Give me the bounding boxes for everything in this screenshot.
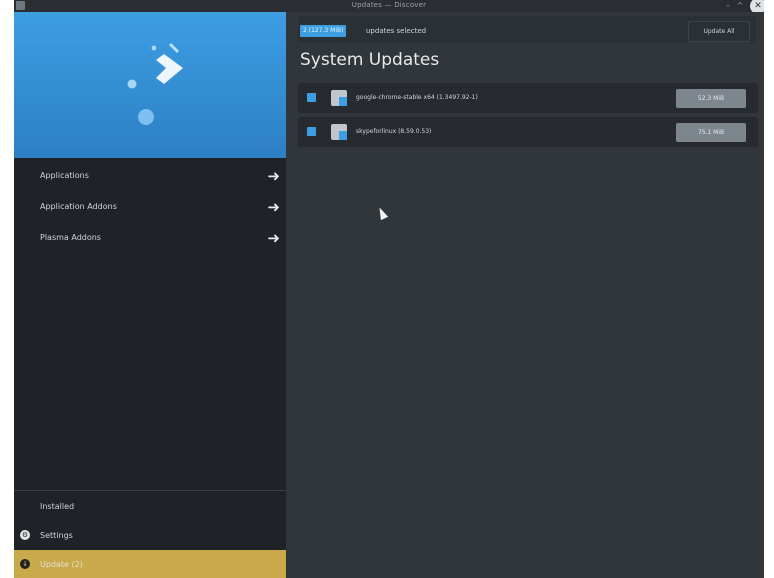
nav-item-installed[interactable]: Installed xyxy=(14,492,286,521)
nav-item-update[interactable]: ↓ Update (2) xyxy=(14,550,286,578)
bottom-nav: Installed ⚙ Settings ↓ Update (2) xyxy=(14,490,286,578)
nav-item-label: Installed xyxy=(40,502,75,511)
arrow-right-icon: ➜ xyxy=(267,229,280,247)
discover-logo-banner xyxy=(14,12,286,158)
update-row-chrome: google-chrome-stable x64 (1.3497.92-1) 5… xyxy=(298,83,758,113)
package-name: skypeforlinux (8.59.0.53) xyxy=(356,128,432,135)
update-toolbar: 2 (127.3 MiB) updates selected Update Al… xyxy=(298,16,756,42)
nav-item-label: Update (2) xyxy=(40,560,83,569)
discover-logo-icon xyxy=(127,42,183,125)
package-size-button[interactable]: 75.1 MiB xyxy=(676,123,746,142)
package-name: google-chrome-stable x64 (1.3497.92-1) xyxy=(356,94,478,101)
nav-item-label: Settings xyxy=(40,531,73,540)
package-icon xyxy=(331,124,347,140)
main-panel: 2 (127.3 MiB) updates selected Update Al… xyxy=(286,12,764,578)
nav-item-application-addons[interactable]: Application Addons ➜ xyxy=(14,193,286,224)
nav-item-label: Applications xyxy=(40,171,89,180)
selected-text: updates selected xyxy=(366,27,427,35)
discover-window: Updates — Discover – ^ ✕ Applications ➜ … xyxy=(14,0,764,578)
arrow-right-icon: ➜ xyxy=(267,167,280,185)
category-list: Applications ➜ Application Addons ➜ Plas… xyxy=(14,162,286,255)
update-checkbox[interactable] xyxy=(307,93,316,102)
selected-count-badge: 2 (127.3 MiB) xyxy=(300,25,347,37)
nav-item-settings[interactable]: ⚙ Settings xyxy=(14,521,286,550)
update-icon: ↓ xyxy=(20,559,30,569)
maximize-icon[interactable]: ^ xyxy=(734,0,746,12)
divider xyxy=(14,490,286,491)
page-title: System Updates xyxy=(300,50,440,70)
update-all-button[interactable]: Update All xyxy=(688,21,750,42)
minimize-icon[interactable]: – xyxy=(722,0,734,12)
nav-item-plasma-addons[interactable]: Plasma Addons ➜ xyxy=(14,224,286,255)
arrow-right-icon: ➜ xyxy=(267,198,280,216)
package-icon xyxy=(331,90,347,106)
title-bar: Updates — Discover – ^ ✕ xyxy=(14,0,764,14)
settings-icon: ⚙ xyxy=(20,530,30,540)
window-title: Updates — Discover xyxy=(351,1,427,9)
sidebar: Applications ➜ Application Addons ➜ Plas… xyxy=(14,12,286,578)
nav-item-label: Plasma Addons xyxy=(40,233,101,242)
nav-item-label: Application Addons xyxy=(40,202,117,211)
nav-item-applications[interactable]: Applications ➜ xyxy=(14,162,286,193)
package-size-button[interactable]: 52.3 MiB xyxy=(676,89,746,108)
update-row-skype: skypeforlinux (8.59.0.53) 75.1 MiB xyxy=(298,117,758,147)
update-checkbox[interactable] xyxy=(307,127,316,136)
